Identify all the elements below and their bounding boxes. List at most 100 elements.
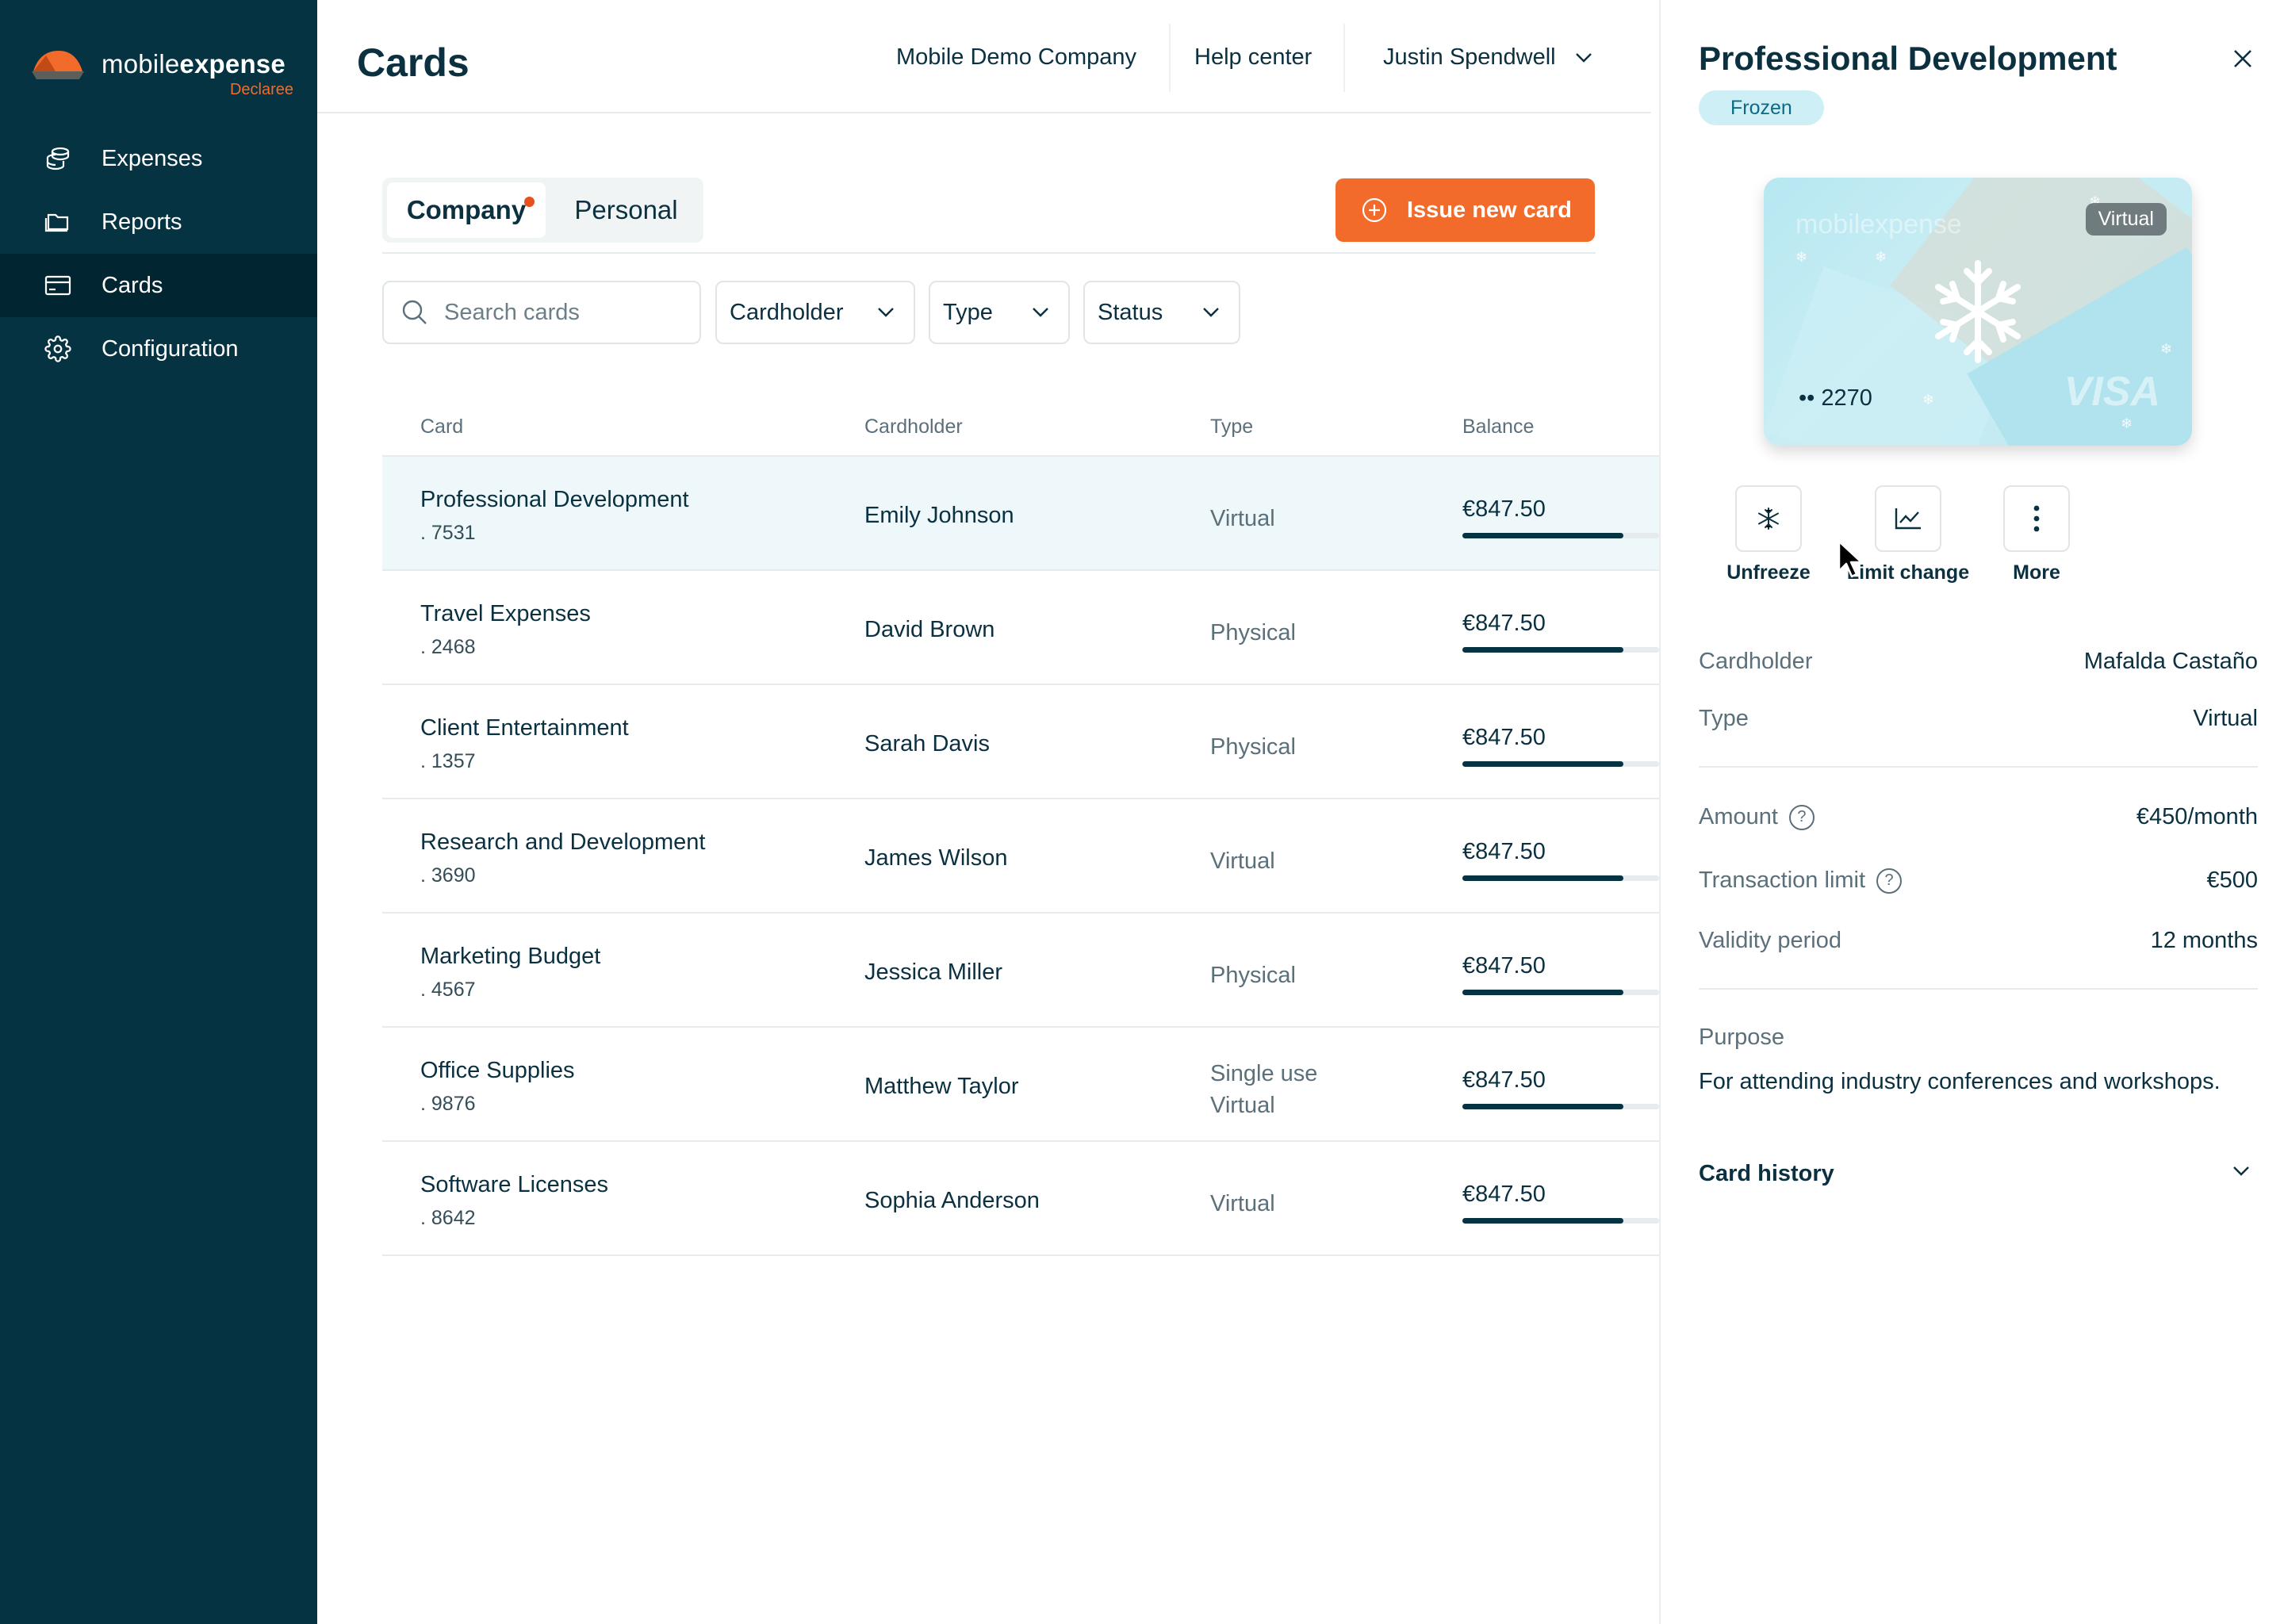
detail-divider xyxy=(1699,988,2258,990)
notification-dot xyxy=(524,197,535,207)
detail-label: Validity period xyxy=(1699,928,1842,953)
sidebar-item-configuration[interactable]: Configuration xyxy=(0,317,317,381)
sidebar-item-label: Reports xyxy=(102,209,182,235)
card-balance: €847.50 xyxy=(1462,1067,1546,1093)
status-badge: Frozen xyxy=(1699,90,1824,125)
card-type: Virtual xyxy=(1210,506,1275,531)
card-name: Client Entertainment xyxy=(420,715,629,741)
search-box[interactable] xyxy=(382,281,701,344)
balance-progress-fill xyxy=(1462,647,1624,653)
card-balance: €847.50 xyxy=(1462,953,1546,979)
balance-progress-fill xyxy=(1462,875,1624,881)
user-menu[interactable]: Justin Spendwell xyxy=(1383,44,1592,71)
card-number: . 9876 xyxy=(420,1093,476,1115)
tab-personal[interactable]: Personal xyxy=(554,182,699,238)
more-actions-button[interactable]: More xyxy=(1973,485,2100,584)
limit-change-icon-box xyxy=(1875,485,1941,552)
snowflake-icon xyxy=(1758,508,1779,530)
table-row[interactable]: Travel Expenses . 2468 David Brown Physi… xyxy=(382,571,1659,685)
detail-label-wrap: Transaction limit? xyxy=(1699,868,1903,894)
type-filter[interactable]: Type xyxy=(929,281,1070,344)
table-row[interactable]: Research and Development . 3690 James Wi… xyxy=(382,799,1659,914)
card-detail-panel: Professional Development Frozen mobilexp… xyxy=(1659,0,2284,1624)
table-row[interactable]: Marketing Budget . 4567 Jessica Miller P… xyxy=(382,914,1659,1028)
table-row[interactable]: Software Licenses . 8642 Sophia Anderson… xyxy=(382,1142,1659,1256)
sidebar-item-label: Configuration xyxy=(102,335,239,362)
app-logo[interactable]: mobileexpense Declaree xyxy=(32,44,301,100)
balance-progress xyxy=(1462,1218,1659,1224)
status-filter[interactable]: Status xyxy=(1083,281,1240,344)
table-row[interactable]: Client Entertainment . 1357 Sarah Davis … xyxy=(382,685,1659,799)
more-icon-box xyxy=(2003,485,2070,552)
folder-icon xyxy=(44,209,71,236)
card-brand-watermark: mobilexpense xyxy=(1795,209,1962,239)
card-last-digits: •• 2270 xyxy=(1799,385,1872,411)
tab-company[interactable]: Company xyxy=(387,182,546,238)
detail-label-wrap: Amount? xyxy=(1699,804,1815,830)
card-balance: €847.50 xyxy=(1462,1182,1546,1207)
chevron-down-icon xyxy=(1203,308,1219,317)
help-center-link[interactable]: Help center xyxy=(1194,44,1312,71)
cardholder-filter[interactable]: Cardholder xyxy=(715,281,915,344)
card-type: Virtual xyxy=(1210,848,1275,874)
header-divider xyxy=(1169,24,1171,92)
balance-progress xyxy=(1462,875,1659,881)
card-type-line: Single use xyxy=(1210,1061,1318,1086)
table-row[interactable]: Office Supplies . 9876 Matthew Taylor Si… xyxy=(382,1028,1659,1142)
plus-circle-icon xyxy=(1362,197,1387,223)
column-header-balance[interactable]: Balance xyxy=(1462,416,1534,439)
table-row[interactable]: Professional Development . 7531 Emily Jo… xyxy=(382,457,1659,571)
snowflake-icon: ❄ xyxy=(1795,249,1808,265)
card-balance: €847.50 xyxy=(1462,496,1546,522)
sidebar-item-reports[interactable]: Reports xyxy=(0,190,317,254)
detail-value: €450/month xyxy=(2136,804,2258,829)
sidebar-item-cards[interactable]: Cards xyxy=(0,254,317,317)
column-header-cardholder[interactable]: Cardholder xyxy=(864,416,963,439)
unfreeze-button[interactable]: Unfreeze xyxy=(1705,485,1832,584)
card-type: Physical xyxy=(1210,734,1296,760)
detail-label: Amount xyxy=(1699,804,1778,829)
snowflake-icon: ❄ xyxy=(1922,392,1935,408)
card-name: Office Supplies xyxy=(420,1058,575,1083)
card-type: Single use Virtual xyxy=(1210,1058,1317,1121)
detail-value: 12 months xyxy=(2150,928,2258,953)
snowflake-icon: ❄ xyxy=(2160,341,2173,357)
issue-new-card-button[interactable]: Issue new card xyxy=(1336,178,1595,242)
detail-label: Cardholder xyxy=(1699,649,1813,674)
card-type-line: Virtual xyxy=(1210,1093,1275,1118)
card-name: Travel Expenses xyxy=(420,601,591,626)
card-icon xyxy=(44,272,71,299)
line-chart-icon xyxy=(1895,508,1921,530)
purpose-text: For attending industry conferences and w… xyxy=(1699,1069,2221,1094)
sidebar-item-expenses[interactable]: Expenses xyxy=(0,127,317,190)
logo-subtitle: Declaree xyxy=(229,81,293,98)
card-history-toggle[interactable]: Card history xyxy=(1699,1161,2258,1199)
cardholder-name: Sarah Davis xyxy=(864,731,990,756)
card-balance: €847.50 xyxy=(1462,725,1546,750)
detail-value: Virtual xyxy=(2193,706,2258,731)
company-switcher[interactable]: Mobile Demo Company xyxy=(896,44,1136,71)
card-name: Marketing Budget xyxy=(420,944,601,969)
chevron-down-icon xyxy=(878,308,894,317)
search-input[interactable] xyxy=(444,299,682,326)
more-vertical-icon xyxy=(2033,505,2040,532)
column-header-type[interactable]: Type xyxy=(1210,416,1253,439)
sidebar-item-label: Cards xyxy=(102,272,163,298)
tab-label: Company xyxy=(406,195,527,224)
card-history-label: Card history xyxy=(1699,1161,1834,1186)
balance-progress xyxy=(1462,990,1659,995)
card-type-badge: Virtual xyxy=(2085,203,2167,236)
column-header-card[interactable]: Card xyxy=(420,416,463,439)
card-number: . 2468 xyxy=(420,636,476,658)
mouse-cursor-icon xyxy=(1838,540,1863,578)
help-icon[interactable]: ? xyxy=(1788,804,1815,830)
logo-mark-icon xyxy=(32,51,84,79)
chevron-down-icon xyxy=(1575,52,1592,63)
balance-progress-fill xyxy=(1462,533,1624,538)
card-number: . 7531 xyxy=(420,522,476,544)
close-panel-button[interactable] xyxy=(2227,43,2259,75)
snowflake-icon: ❄ xyxy=(2121,416,2133,431)
help-icon[interactable]: ? xyxy=(1876,868,1903,894)
top-header: Cards Mobile Demo Company Help center Ju… xyxy=(317,0,1651,113)
card-type: Physical xyxy=(1210,620,1296,645)
